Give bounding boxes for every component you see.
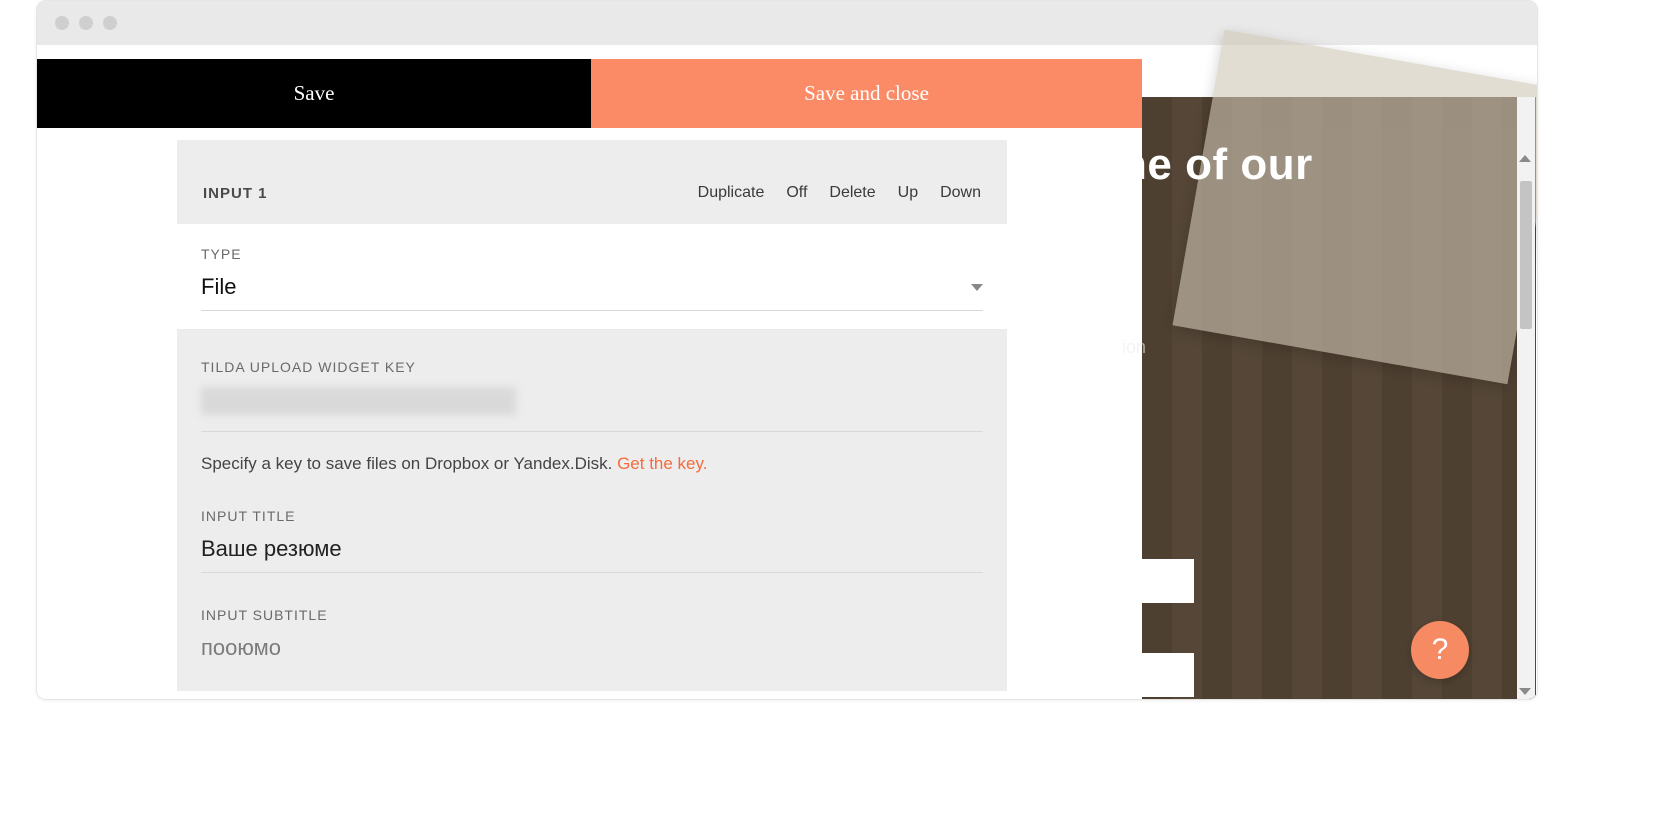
- input-title-row[interactable]: [201, 536, 983, 573]
- input-title-label: INPUT TITLE: [201, 508, 983, 524]
- widget-key-value-redacted: [201, 387, 516, 415]
- input-title-field: INPUT TITLE: [201, 508, 983, 573]
- save-button[interactable]: Save: [37, 59, 591, 128]
- duplicate-action[interactable]: Duplicate: [698, 184, 765, 202]
- input-subtitle-value-partial[interactable]: пооюмо: [201, 635, 983, 661]
- type-select-value: File: [201, 274, 236, 300]
- type-label: TYPE: [201, 246, 983, 262]
- window-control-dot[interactable]: [55, 16, 69, 30]
- up-action[interactable]: Up: [898, 184, 918, 202]
- divider: [201, 431, 983, 432]
- save-and-close-button[interactable]: Save and close: [591, 59, 1142, 128]
- input-subtitle-field: INPUT SUBTITLE пооюмо: [201, 607, 983, 661]
- app-surface: Save Save and close INPUT 1 Duplicate Of…: [37, 45, 1537, 699]
- preview-sub-fragment: ion: [1122, 337, 1146, 358]
- page-preview-pane: ne of our ion: [1142, 97, 1536, 700]
- input-settings-panel: INPUT 1 Duplicate Off Delete Up Down TYP…: [177, 140, 1007, 691]
- widget-key-help-text: Specify a key to save files on Dropbox o…: [201, 454, 617, 473]
- panel-title: INPUT 1: [203, 185, 268, 202]
- off-action[interactable]: Off: [786, 184, 807, 202]
- scrollbar-thumb[interactable]: [1520, 181, 1532, 329]
- chevron-down-icon: [971, 284, 983, 291]
- down-action[interactable]: Down: [940, 184, 981, 202]
- window-control-dot[interactable]: [79, 16, 93, 30]
- delete-action[interactable]: Delete: [829, 184, 875, 202]
- scroll-down-icon[interactable]: [1519, 688, 1531, 695]
- input-title-input[interactable]: [201, 536, 983, 562]
- preview-headline-fragment: ne of our: [1120, 139, 1313, 192]
- preview-paper-prop: [1173, 30, 1538, 384]
- window-titlebar: [37, 1, 1537, 45]
- preview-form-field-ghost: [1034, 559, 1194, 603]
- type-field-card: TYPE File: [177, 224, 1007, 329]
- preview-form-field-ghost: [1034, 653, 1194, 697]
- input-subtitle-label: INPUT SUBTITLE: [201, 607, 983, 623]
- scroll-up-icon[interactable]: [1519, 155, 1531, 162]
- widget-key-label: TILDA UPLOAD WIDGET KEY: [201, 359, 983, 375]
- widget-key-field: TILDA UPLOAD WIDGET KEY Specify a key to…: [201, 359, 983, 474]
- widget-key-help: Specify a key to save files on Dropbox o…: [201, 454, 983, 474]
- get-key-link[interactable]: Get the key.: [617, 454, 707, 473]
- window-control-dot[interactable]: [103, 16, 117, 30]
- browser-window: Save Save and close INPUT 1 Duplicate Of…: [36, 0, 1538, 700]
- panel-actions: Duplicate Off Delete Up Down: [698, 184, 981, 202]
- type-select[interactable]: File: [201, 274, 983, 311]
- top-action-bar: Save Save and close: [37, 59, 1142, 128]
- scrollbar-track[interactable]: [1517, 97, 1535, 700]
- panel-header: INPUT 1 Duplicate Off Delete Up Down: [201, 184, 983, 202]
- help-fab-button[interactable]: ?: [1411, 621, 1469, 679]
